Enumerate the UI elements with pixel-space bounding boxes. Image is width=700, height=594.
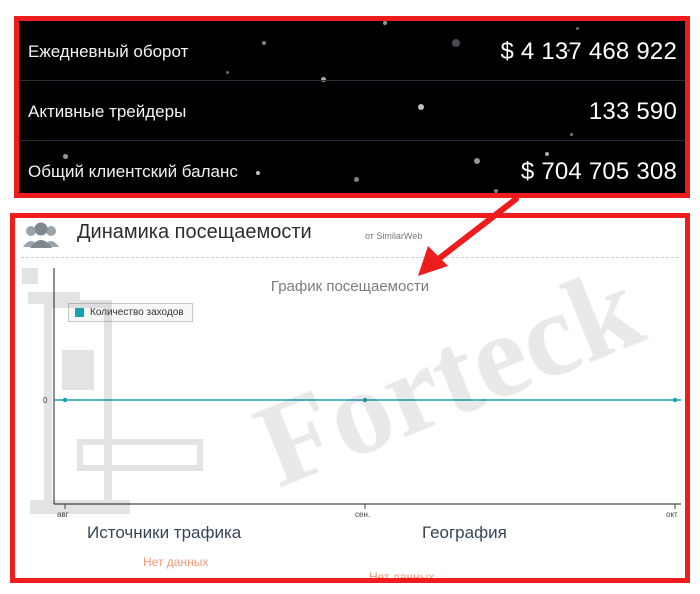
- red-arrow: [418, 196, 519, 276]
